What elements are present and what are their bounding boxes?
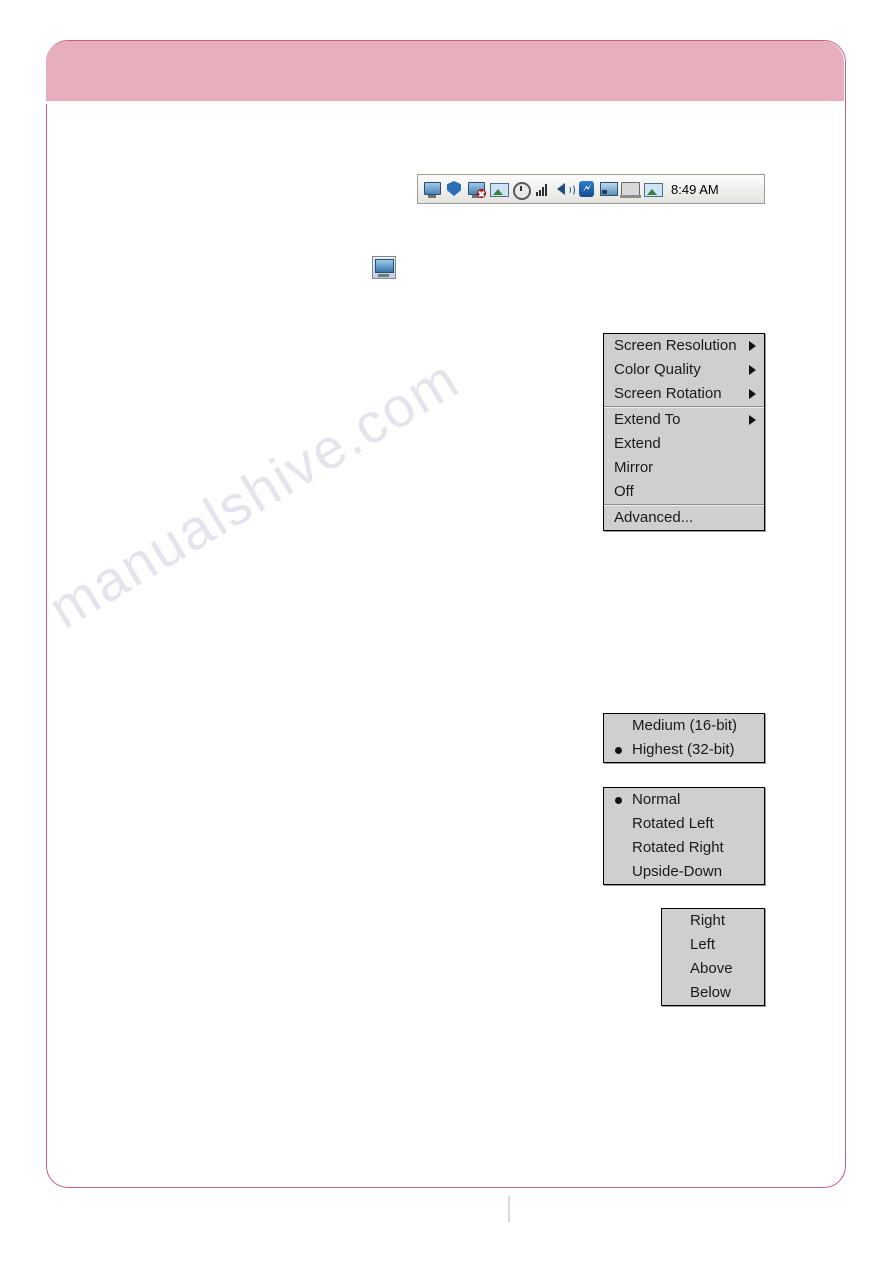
menu-item-upside-down[interactable]: Upside-Down	[604, 860, 764, 884]
monitor-screen-icon	[375, 259, 394, 273]
menu-item-above[interactable]: Above	[662, 957, 764, 981]
menu-item-label: Screen Resolution	[614, 337, 737, 354]
page-frame	[46, 40, 846, 1188]
menu-item-advanced[interactable]: Advanced...	[604, 505, 764, 530]
menu-item-below[interactable]: Below	[662, 981, 764, 1005]
color-quality-submenu[interactable]: Medium (16-bit) Highest (32-bit)	[603, 713, 765, 763]
menu-item-label: Left	[690, 936, 716, 953]
signal-bars-icon[interactable]	[532, 179, 553, 199]
display-context-menu[interactable]: Screen Resolution Color Quality Screen R…	[603, 333, 765, 531]
menu-item-label: Mirror	[614, 459, 654, 476]
extend-to-submenu[interactable]: Right Left Above Below	[661, 908, 765, 1006]
network-disconnected-icon[interactable]	[466, 179, 487, 199]
menu-item-label: Medium (16-bit)	[632, 717, 738, 734]
clock-icon[interactable]	[510, 179, 531, 200]
menu-item-label: Extend To	[614, 411, 681, 428]
page-header-divider	[46, 101, 844, 104]
picture-icon[interactable]	[642, 179, 663, 199]
menu-item-extend-to[interactable]: Extend To	[604, 407, 764, 432]
menu-item-screen-rotation[interactable]: Screen Rotation	[604, 382, 764, 407]
display-switch-icon[interactable]	[488, 179, 509, 199]
menu-item-label: Above	[690, 960, 733, 977]
menu-item-label: Extend	[614, 435, 661, 452]
monitor-base-icon	[378, 274, 389, 277]
laptop-display-icon[interactable]	[620, 179, 641, 199]
menu-item-label: Upside-Down	[632, 863, 723, 880]
system-tray: 8:49 AM	[417, 174, 765, 204]
menu-item-label: Color Quality	[614, 361, 701, 378]
network-monitor-icon[interactable]	[422, 179, 443, 199]
selected-bullet-icon	[615, 746, 622, 754]
menu-item-screen-resolution[interactable]: Screen Resolution	[604, 334, 764, 358]
selected-bullet-icon	[615, 796, 622, 804]
menu-item-highest-32bit[interactable]: Highest (32-bit)	[604, 738, 764, 762]
display-tray-icon[interactable]	[372, 256, 396, 279]
menu-item-label: Rotated Left	[632, 815, 714, 832]
shield-icon[interactable]	[444, 179, 465, 199]
tray-clock-time: 8:49 AM	[671, 181, 719, 197]
menu-item-label: Advanced...	[614, 509, 694, 526]
chevron-right-icon	[749, 365, 756, 375]
menu-item-label: Off	[614, 483, 634, 500]
footer-divider	[508, 1196, 510, 1222]
menu-item-label: Screen Rotation	[614, 385, 722, 402]
menu-item-medium-16bit[interactable]: Medium (16-bit)	[604, 714, 764, 738]
menu-item-label: Rotated Right	[632, 839, 724, 856]
menu-item-right[interactable]: Right	[662, 909, 764, 933]
screen-rotation-submenu[interactable]: Normal Rotated Left Rotated Right Upside…	[603, 787, 765, 885]
menu-item-left[interactable]: Left	[662, 933, 764, 957]
chevron-right-icon	[749, 389, 756, 399]
menu-item-rotated-right[interactable]: Rotated Right	[604, 836, 764, 860]
menu-item-color-quality[interactable]: Color Quality	[604, 358, 764, 382]
menu-item-label: Below	[690, 984, 731, 1001]
menu-item-normal[interactable]: Normal	[604, 788, 764, 812]
menu-item-label: Highest (32-bit)	[632, 741, 735, 758]
network-status-icon[interactable]	[598, 179, 619, 199]
page-header-band	[46, 41, 844, 101]
menu-item-label: Normal	[632, 791, 681, 808]
chevron-right-icon	[749, 415, 756, 425]
menu-item-extend[interactable]: Extend	[604, 432, 764, 456]
bluetooth-icon[interactable]	[576, 179, 597, 199]
volume-icon[interactable]	[554, 179, 575, 199]
menu-item-rotated-left[interactable]: Rotated Left	[604, 812, 764, 836]
menu-item-off[interactable]: Off	[604, 480, 764, 505]
menu-item-mirror[interactable]: Mirror	[604, 456, 764, 480]
chevron-right-icon	[749, 341, 756, 351]
menu-item-label: Right	[690, 912, 726, 929]
